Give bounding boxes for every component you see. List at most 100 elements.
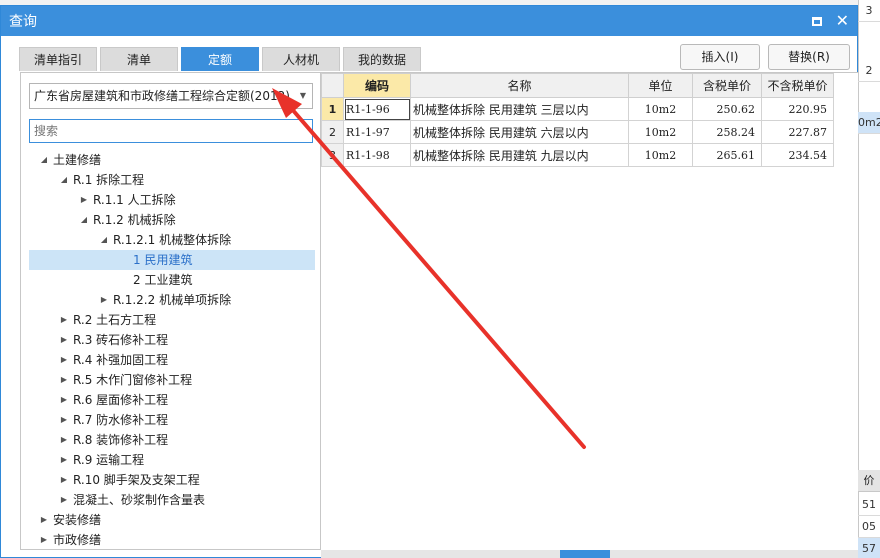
- expand-caret-icon[interactable]: ▶: [59, 410, 69, 430]
- tree-node[interactable]: ◢ R.1.2.1 机械整体拆除: [21, 230, 320, 250]
- grid-header-row: 编码 名称 单位 含税单价 不含税单价: [321, 73, 834, 98]
- tree-node-label: R.9 运输工程: [73, 453, 145, 467]
- quota-library-value: 广东省房屋建筑和市政修缮工程综合定额(2012): [34, 89, 290, 103]
- quota-tree: ◢ 土建修缮 ◢ R.1 拆除工程 ▶ R.1.1 人工拆除 ◢ R.1.2 机械拆除 ◢ R.1…: [21, 150, 320, 550]
- expand-caret-icon[interactable]: ▶: [59, 350, 69, 370]
- row-number-header: [321, 73, 344, 98]
- cell-price-notax[interactable]: 234.54: [761, 143, 834, 167]
- table-row[interactable]: 3 R1-1-98 机械整体拆除 民用建筑 九层以内 10m2 265.61 2…: [321, 143, 834, 167]
- expand-caret-icon[interactable]: ▶: [99, 290, 109, 310]
- tab-bill-guide[interactable]: 清单指引: [19, 47, 97, 71]
- dropdown-arrow-icon[interactable]: ▼: [300, 84, 306, 108]
- tree-node[interactable]: ▶ R.9 运输工程: [21, 450, 320, 470]
- expand-caret-icon[interactable]: ▶: [59, 330, 69, 350]
- expand-caret-icon[interactable]: ▶: [59, 310, 69, 330]
- collapse-caret-icon[interactable]: ◢: [59, 170, 69, 190]
- expand-caret-icon[interactable]: ▶: [59, 390, 69, 410]
- table-row[interactable]: 1 R1-1-96 机械整体拆除 民用建筑 三层以内 10m2 250.62 2…: [321, 97, 834, 121]
- tree-node[interactable]: ▶ 混凝土、砂浆制作含量表: [21, 490, 320, 510]
- expand-caret-icon[interactable]: ▶: [39, 530, 49, 550]
- tree-node[interactable]: ▶ R.1.2.2 机械单项拆除: [21, 290, 320, 310]
- tree-node[interactable]: ◢ 土建修缮: [21, 150, 320, 170]
- cell-unit[interactable]: 10m2: [628, 97, 693, 121]
- column-header-price-tax[interactable]: 含税单价: [692, 73, 762, 98]
- collapse-caret-icon[interactable]: ◢: [39, 150, 49, 170]
- search-input[interactable]: [29, 119, 313, 143]
- replace-button[interactable]: 替换(R): [768, 44, 850, 70]
- background-cell: 0m2: [858, 112, 880, 134]
- cell-code[interactable]: R1-1-97: [343, 120, 411, 144]
- tree-node-label: R.1.2.1 机械整体拆除: [113, 233, 232, 247]
- tree-node[interactable]: ◢ R.1 拆除工程: [21, 170, 320, 190]
- tree-node[interactable]: 2 工业建筑: [21, 270, 320, 290]
- tree-node[interactable]: ▶ R.4 补强加固工程: [21, 350, 320, 370]
- tree-node[interactable]: 1 民用建筑: [29, 250, 315, 270]
- tab-bill[interactable]: 清单: [100, 47, 178, 71]
- tree-node-label: 市政修缮: [53, 533, 102, 547]
- tab-my-data[interactable]: 我的数据: [343, 47, 421, 71]
- tab-quota[interactable]: 定额: [181, 47, 259, 71]
- insert-button[interactable]: 插入(I): [680, 44, 760, 70]
- tree-node[interactable]: ▶ R.10 脚手架及支架工程: [21, 470, 320, 490]
- tree-node-label: R.3 砖石修补工程: [73, 333, 169, 347]
- tree-node[interactable]: ▶ R.1.1 人工拆除: [21, 190, 320, 210]
- tree-node[interactable]: ▶ R.7 防水修补工程: [21, 410, 320, 430]
- column-header-unit[interactable]: 单位: [628, 73, 693, 98]
- cell-unit[interactable]: 10m2: [628, 143, 693, 167]
- cell-name[interactable]: 机械整体拆除 民用建筑 九层以内: [410, 143, 629, 167]
- tree-node[interactable]: ◢ R.1.2 机械拆除: [21, 210, 320, 230]
- dialog-titlebar[interactable]: 查询 ✕: [1, 6, 857, 36]
- expand-caret-icon[interactable]: ▶: [79, 190, 89, 210]
- cell-unit[interactable]: 10m2: [628, 120, 693, 144]
- expand-caret-icon[interactable]: ▶: [39, 510, 49, 530]
- tree-node[interactable]: ▶ R.5 木作门窗修补工程: [21, 370, 320, 390]
- expand-caret-icon[interactable]: ▶: [59, 470, 69, 490]
- cell-price-tax[interactable]: 250.62: [692, 97, 762, 121]
- dialog-title: 查询: [9, 14, 37, 30]
- tree-node[interactable]: ▶ 市政修缮: [21, 530, 320, 550]
- tree-node[interactable]: ▶ R.6 屋面修补工程: [21, 390, 320, 410]
- cell-price-tax[interactable]: 265.61: [692, 143, 762, 167]
- table-row[interactable]: 2 R1-1-97 机械整体拆除 民用建筑 六层以内 10m2 258.24 2…: [321, 120, 834, 144]
- tree-node-label: R.1.1 人工拆除: [93, 193, 176, 207]
- row-number: 2: [321, 120, 344, 144]
- maximize-icon[interactable]: [811, 16, 822, 26]
- tree-node-label: R.5 木作门窗修补工程: [73, 373, 193, 387]
- cell-price-notax[interactable]: 220.95: [761, 97, 834, 121]
- collapse-caret-icon[interactable]: ◢: [99, 230, 109, 250]
- tree-node-label: 安装修缮: [53, 513, 102, 527]
- cell-price-notax[interactable]: 227.87: [761, 120, 834, 144]
- window-controls: ✕: [811, 13, 849, 29]
- tree-node[interactable]: ▶ 安装修缮: [21, 510, 320, 530]
- cell-name[interactable]: 机械整体拆除 民用建筑 三层以内: [410, 97, 629, 121]
- expand-caret-icon[interactable]: ▶: [59, 370, 69, 390]
- background-column-header: 价: [858, 470, 880, 492]
- tab-labor-material-machine[interactable]: 人材机: [262, 47, 340, 71]
- column-header-price-notax[interactable]: 不含税单价: [761, 73, 834, 98]
- background-cell: 57: [858, 538, 880, 558]
- collapse-caret-icon[interactable]: ◢: [79, 210, 89, 230]
- cell-name[interactable]: 机械整体拆除 民用建筑 六层以内: [410, 120, 629, 144]
- cell-code[interactable]: R1-1-96: [343, 97, 411, 121]
- tree-node[interactable]: ▶ R.8 装饰修补工程: [21, 430, 320, 450]
- column-header-name[interactable]: 名称: [410, 73, 629, 98]
- quota-library-select[interactable]: 广东省房屋建筑和市政修缮工程综合定额(2012) ▼: [29, 83, 313, 109]
- quota-grid: 编码 名称 单位 含税单价 不含税单价 1 R1-1-96 机械整体拆除 民用建…: [321, 73, 834, 167]
- tree-node-label: R.1 拆除工程: [73, 173, 145, 187]
- column-header-code[interactable]: 编码: [343, 73, 411, 98]
- row-number: 1: [321, 97, 344, 121]
- expand-caret-icon[interactable]: ▶: [59, 490, 69, 510]
- expand-caret-icon[interactable]: ▶: [59, 450, 69, 470]
- tree-node-label: R.8 装饰修补工程: [73, 433, 169, 447]
- scrollbar-grip[interactable]: [560, 550, 610, 558]
- tree-node-label: R.2 土石方工程: [73, 313, 157, 327]
- cell-code[interactable]: R1-1-98: [343, 143, 411, 167]
- horizontal-scrollbar[interactable]: [321, 550, 858, 558]
- tree-node[interactable]: ▶ R.2 土石方工程: [21, 310, 320, 330]
- tab-bar: 清单指引 清单 定额 人材机 我的数据: [19, 47, 421, 71]
- close-icon[interactable]: ✕: [836, 13, 849, 29]
- expand-caret-icon[interactable]: ▶: [59, 430, 69, 450]
- tree-node-label: R.6 屋面修补工程: [73, 393, 169, 407]
- tree-node[interactable]: ▶ R.3 砖石修补工程: [21, 330, 320, 350]
- cell-price-tax[interactable]: 258.24: [692, 120, 762, 144]
